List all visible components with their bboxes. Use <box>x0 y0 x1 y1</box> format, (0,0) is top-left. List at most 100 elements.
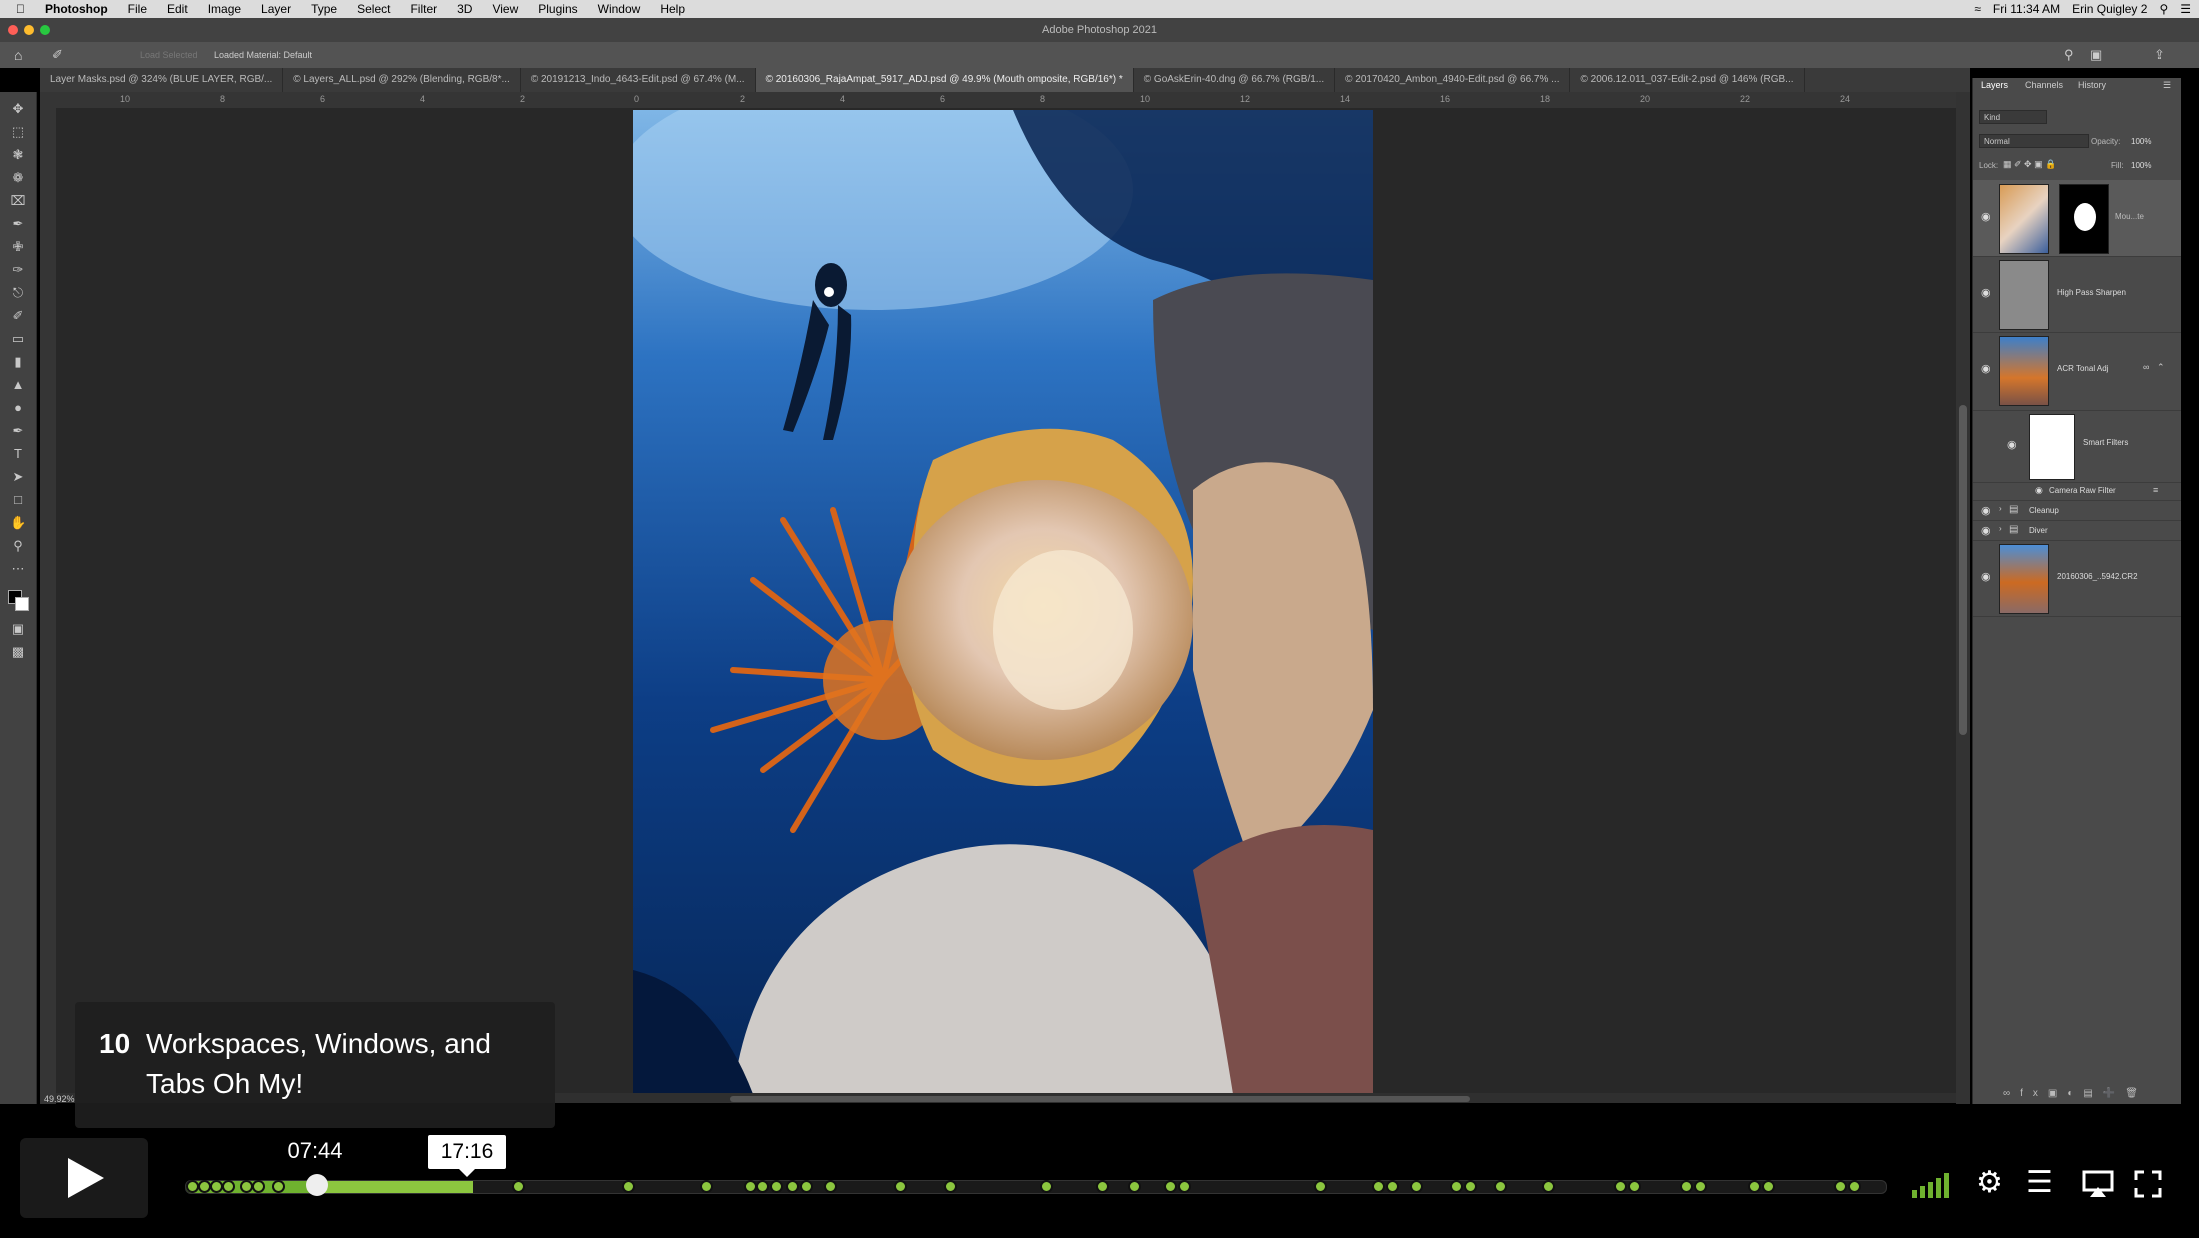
group-row[interactable]: ◉ › ▤ Diver <box>1973 520 2181 541</box>
chapter-marker[interactable] <box>1096 1180 1109 1193</box>
chapter-marker[interactable] <box>770 1180 783 1193</box>
visibility-eye-icon[interactable]: ◉ <box>2035 485 2043 496</box>
layer-name[interactable]: Diver <box>2029 526 2048 535</box>
home-icon[interactable]: ⌂ <box>14 47 22 63</box>
lock-icons[interactable]: ▦ ✐ ✥ ▣ 🔒 <box>2003 159 2056 170</box>
chapter-marker[interactable] <box>1372 1180 1385 1193</box>
layer-actions-icons[interactable]: ∞fx▣◐▤➕🗑 <box>2003 1088 2148 1099</box>
menu-layer[interactable]: Layer <box>261 2 291 16</box>
menu-filter[interactable]: Filter <box>410 2 437 16</box>
doc-tab[interactable]: © Layers_ALL.psd @ 292% (Blending, RGB/8… <box>283 68 521 92</box>
dodge-tool-icon[interactable]: ● <box>10 401 26 415</box>
status-clock[interactable]: Fri 11:34 AM <box>1993 2 2060 16</box>
filter-kind-select[interactable]: Kind <box>1979 110 2047 124</box>
play-button[interactable] <box>20 1138 148 1218</box>
healing-tool-icon[interactable]: ✙ <box>10 240 26 254</box>
settings-gear-icon[interactable]: ⚙ <box>1976 1165 2003 1200</box>
chapter-marker[interactable] <box>800 1180 813 1193</box>
filter-row[interactable]: ◉ Camera Raw Filter ≡ <box>1973 482 2181 501</box>
tab-channels[interactable]: Channels <box>2025 80 2063 90</box>
spotlight-icon[interactable]: ⚲ <box>2159 2 2168 16</box>
chapter-marker[interactable] <box>252 1180 265 1193</box>
panel-menu-icon[interactable]: ☰ <box>2163 80 2171 91</box>
workspace-icon[interactable]: ▣ <box>2090 47 2102 63</box>
menu-plugins[interactable]: Plugins <box>538 2 577 16</box>
more-tools-icon[interactable]: ⋯ <box>10 562 26 576</box>
doc-tab[interactable]: © 20191213_Indo_4643-Edit.psd @ 67.4% (M… <box>521 68 756 92</box>
doc-tab[interactable]: Layer Masks.psd @ 324% (BLUE LAYER, RGB/… <box>40 68 284 92</box>
stamp-tool-icon[interactable]: ⎋ <box>10 286 26 300</box>
layer-row[interactable]: ◉ 20160306_..5942.CR2 <box>1973 540 2181 617</box>
screen-mode-icon[interactable]: ▩ <box>10 645 26 659</box>
zoom-tool-icon[interactable]: ⚲ <box>10 539 26 553</box>
visibility-eye-icon[interactable]: ◉ <box>1981 504 1991 517</box>
layer-mask-thumbnail[interactable] <box>2059 184 2109 254</box>
smart-object-link-icon[interactable]: ∞ <box>2143 362 2149 372</box>
eraser-tool-icon[interactable]: ▭ <box>10 332 26 346</box>
brush-tool-icon[interactable]: ✑ <box>10 263 26 277</box>
chapter-marker[interactable] <box>700 1180 713 1193</box>
chapter-marker[interactable] <box>1314 1180 1327 1193</box>
menu-view[interactable]: View <box>492 2 518 16</box>
expand-chevron-icon[interactable]: › <box>1999 504 2002 513</box>
chapter-marker[interactable] <box>1542 1180 1555 1193</box>
menu-image[interactable]: Image <box>208 2 241 16</box>
background-color-swatch[interactable] <box>15 597 29 611</box>
close-window-icon[interactable] <box>8 25 18 35</box>
chapter-marker[interactable] <box>1762 1180 1775 1193</box>
playhead-knob[interactable] <box>306 1174 328 1196</box>
layer-row[interactable]: ◉ Mou...te <box>1973 180 2181 257</box>
menu-file[interactable]: File <box>128 2 147 16</box>
chapter-marker[interactable] <box>1386 1180 1399 1193</box>
chapter-marker[interactable] <box>894 1180 907 1193</box>
chapter-marker[interactable] <box>824 1180 837 1193</box>
opacity-field[interactable]: 100% <box>2131 137 2151 146</box>
chapter-marker[interactable] <box>944 1180 957 1193</box>
chapter-marker[interactable] <box>1494 1180 1507 1193</box>
chapter-marker[interactable] <box>1680 1180 1693 1193</box>
pen-tool-icon[interactable]: ✒ <box>10 424 26 438</box>
blend-mode-select[interactable]: Normal <box>1979 134 2089 148</box>
layer-name[interactable]: High Pass Sharpen <box>2057 288 2126 297</box>
smart-filters-row[interactable]: ◉ Smart Filters <box>1973 410 2181 483</box>
layer-name[interactable]: 20160306_..5942.CR2 <box>2057 572 2138 581</box>
chapter-marker[interactable] <box>1128 1180 1141 1193</box>
layer-name[interactable]: Camera Raw Filter <box>2049 486 2116 495</box>
type-tool-icon[interactable]: T <box>10 447 26 461</box>
chapter-marker[interactable] <box>1694 1180 1707 1193</box>
chapter-marker[interactable] <box>1628 1180 1641 1193</box>
doc-tab[interactable]: © GoAskErin-40.dng @ 66.7% (RGB/1... <box>1134 68 1336 92</box>
group-row[interactable]: ◉ › ▤ Cleanup <box>1973 500 2181 521</box>
doc-tab-active[interactable]: © 20160306_RajaAmpat_5917_ADJ.psd @ 49.9… <box>755 68 1134 92</box>
history-brush-icon[interactable]: ✐ <box>10 309 26 323</box>
visibility-eye-icon[interactable]: ◉ <box>1981 286 1991 299</box>
chapter-marker[interactable] <box>1040 1180 1053 1193</box>
zoom-level[interactable]: 49.92% <box>44 1094 75 1104</box>
airplay-icon[interactable] <box>2082 1170 2114 1198</box>
path-select-tool-icon[interactable]: ➤ <box>10 470 26 484</box>
control-center-icon[interactable]: ☰ <box>2180 2 2191 16</box>
status-user[interactable]: Erin Quigley 2 <box>2072 2 2147 16</box>
menu-edit[interactable]: Edit <box>167 2 188 16</box>
layer-name[interactable]: ACR Tonal Adj <box>2057 364 2108 373</box>
tab-history[interactable]: History <box>2078 80 2106 90</box>
visibility-eye-icon[interactable]: ◉ <box>1981 570 1991 583</box>
fullscreen-icon[interactable] <box>2134 1170 2162 1198</box>
chapter-marker[interactable] <box>1164 1180 1177 1193</box>
chapter-marker[interactable] <box>786 1180 799 1193</box>
menu-select[interactable]: Select <box>357 2 390 16</box>
visibility-eye-icon[interactable]: ◉ <box>2007 438 2017 451</box>
menu-help[interactable]: Help <box>660 2 685 16</box>
layer-row[interactable]: ◉ ACR Tonal Adj ∞ ⌃ <box>1973 332 2181 411</box>
visibility-eye-icon[interactable]: ◉ <box>1981 210 1991 223</box>
minimize-window-icon[interactable] <box>24 25 34 35</box>
quality-bars-icon[interactable] <box>1910 1170 1956 1200</box>
document-image[interactable] <box>633 110 1373 1094</box>
visibility-eye-icon[interactable]: ◉ <box>1981 524 1991 537</box>
share-icon[interactable]: ⇪ <box>2154 47 2165 63</box>
chapter-marker[interactable] <box>1748 1180 1761 1193</box>
menu-window[interactable]: Window <box>598 2 641 16</box>
wifi-icon[interactable]: ≈ <box>1974 2 1981 16</box>
expand-chevron-icon[interactable]: › <box>1999 524 2002 533</box>
lasso-tool-icon[interactable]: ❃ <box>10 148 26 162</box>
